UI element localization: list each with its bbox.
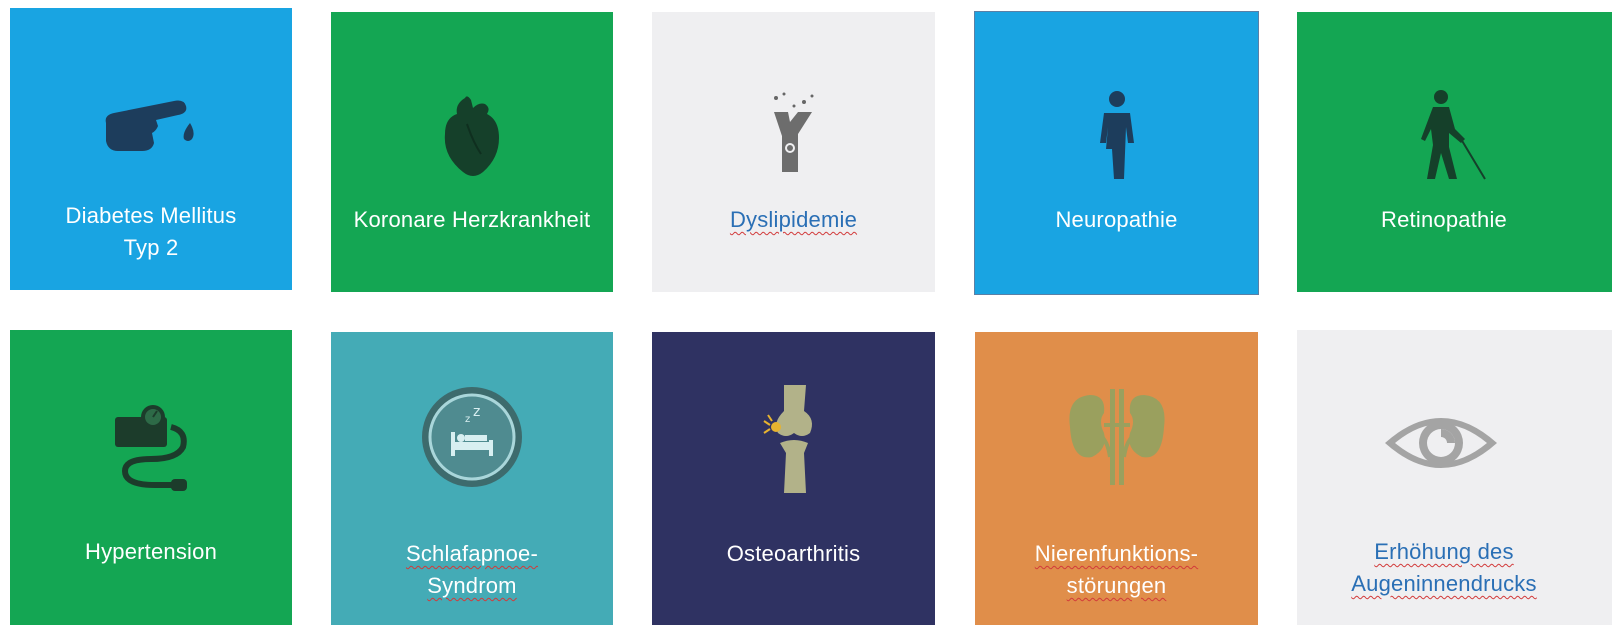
person-amputee-icon: [975, 82, 1258, 192]
tile-neuropathie[interactable]: Neuropathie: [975, 12, 1258, 294]
tile-label: Neuropathie: [1055, 207, 1178, 232]
tile-retinopathie[interactable]: Retinopathie: [1297, 12, 1612, 292]
tile-label: Diabetes Mellitus Typ 2: [65, 203, 237, 260]
finger-blood-drop-icon: [10, 78, 292, 188]
sleeping-bed-icon: z z: [331, 382, 613, 492]
tile-label: Osteoarthritis: [726, 541, 861, 566]
tile-schlafapnoe-syndrom[interactable]: z z Schlafapnoe- Syndrom: [331, 332, 613, 625]
eye-icon: [1297, 388, 1612, 498]
tile-label: Retinopathie: [1381, 207, 1507, 232]
tile-diabetes-mellitus[interactable]: Diabetes Mellitus Typ 2: [10, 8, 292, 290]
tile-dyslipidemie[interactable]: Dyslipidemie: [652, 12, 935, 292]
artery-plaque-icon: [652, 82, 935, 192]
kidneys-icon: [975, 382, 1258, 492]
blind-person-cane-icon: [1297, 82, 1612, 192]
svg-text:z: z: [473, 404, 480, 420]
heart-icon: [331, 82, 613, 192]
tile-koronare-herzkrankheit[interactable]: Koronare Herzkrankheit: [331, 12, 613, 292]
tile-osteoarthritis[interactable]: Osteoarthritis: [652, 332, 935, 625]
tile-label: Erhöhung des Augeninnendrucks: [1351, 539, 1537, 596]
tile-label: Dyslipidemie: [729, 207, 858, 232]
knee-joint-icon: [652, 376, 935, 506]
tile-hypertension[interactable]: Hypertension: [10, 330, 292, 625]
tile-label: Schlafapnoe- Syndrom: [405, 541, 539, 598]
svg-text:z: z: [465, 414, 470, 425]
tile-label: Hypertension: [84, 539, 218, 564]
blood-pressure-monitor-icon: [10, 392, 292, 502]
tile-label: Koronare Herzkrankheit: [353, 207, 591, 232]
tile-label: Nierenfunktions- störungen: [1034, 541, 1199, 598]
tile-erhoehung-augeninnendruck[interactable]: Erhöhung des Augeninnendrucks: [1297, 330, 1612, 625]
tile-nierenfunktionsstoerungen[interactable]: Nierenfunktions- störungen: [975, 332, 1258, 625]
